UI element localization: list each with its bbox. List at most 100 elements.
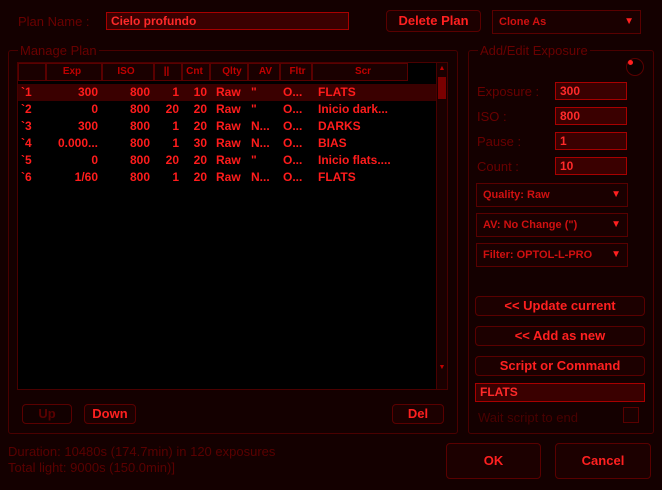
- update-current-button[interactable]: << Update current: [475, 296, 645, 316]
- cell-filter: O...: [283, 85, 303, 99]
- cell-quality: Raw: [216, 153, 241, 167]
- status-indicator-icon: [626, 58, 644, 76]
- cell-exp: 300: [77, 119, 98, 133]
- scroll-up-icon[interactable]: ▲: [438, 64, 446, 74]
- av-dropdown[interactable]: AV: No Change (") ▼: [476, 213, 628, 237]
- chevron-down-icon: ▼: [611, 219, 621, 230]
- av-label: AV: No Change ("): [483, 219, 578, 231]
- column-header[interactable]: ||: [154, 63, 182, 81]
- table-row[interactable]: `1 300 800 1 10 Raw " O... FLATS: [18, 84, 438, 101]
- manage-plan-title: Manage Plan: [18, 43, 99, 58]
- cell-iso: 800: [129, 153, 150, 167]
- pause-label: Pause :: [477, 134, 522, 149]
- iso-input[interactable]: 800: [555, 107, 627, 125]
- column-header[interactable]: ISO: [102, 63, 154, 81]
- cell-iso: 800: [129, 85, 150, 99]
- cell-pause: 20: [165, 102, 179, 116]
- ok-button[interactable]: OK: [446, 443, 541, 479]
- down-button[interactable]: Down: [84, 404, 136, 424]
- wait-script-label: Wait script to end: [478, 410, 578, 425]
- cell-index: `5: [21, 153, 32, 167]
- cell-pause: 1: [172, 119, 179, 133]
- exposure-table[interactable]: Exp ISO || Cnt Qlty AV Fltr Scr `1 300 8…: [17, 62, 448, 390]
- cell-iso: 800: [129, 136, 150, 150]
- table-row[interactable]: `2 0 800 20 20 Raw " O... Inicio dark...: [18, 101, 438, 118]
- script-or-command-button[interactable]: Script or Command: [475, 356, 645, 376]
- cell-script: BIAS: [318, 136, 347, 150]
- scrollbar-thumb[interactable]: [438, 77, 446, 99]
- cell-filter: O...: [283, 119, 303, 133]
- cell-av: N...: [251, 119, 270, 133]
- cell-count: 20: [193, 153, 207, 167]
- del-button[interactable]: Del: [392, 404, 444, 424]
- cell-filter: O...: [283, 136, 303, 150]
- cell-index: `1: [21, 85, 32, 99]
- quality-label: Quality: Raw: [483, 189, 550, 201]
- cell-script: FLATS: [318, 170, 356, 184]
- up-button[interactable]: Up: [22, 404, 72, 424]
- cell-index: `3: [21, 119, 32, 133]
- cell-iso: 800: [129, 102, 150, 116]
- duration-text: Duration: 10480s (174.7min) in 120 expos…: [8, 444, 276, 459]
- table-row[interactable]: `5 0 800 20 20 Raw " O... Inicio flats..…: [18, 152, 438, 169]
- column-header[interactable]: Fltr: [280, 63, 312, 81]
- cancel-button[interactable]: Cancel: [555, 443, 651, 479]
- delete-plan-button[interactable]: Delete Plan: [386, 10, 481, 32]
- cell-av: N...: [251, 136, 270, 150]
- column-header[interactable]: Cnt: [182, 63, 210, 81]
- cell-pause: 1: [172, 136, 179, 150]
- cell-script: FLATS: [318, 85, 356, 99]
- cell-av: N...: [251, 170, 270, 184]
- cell-index: `4: [21, 136, 32, 150]
- wait-script-checkbox[interactable]: [623, 407, 639, 423]
- cell-iso: 800: [129, 170, 150, 184]
- chevron-down-icon: ▼: [611, 249, 621, 260]
- table-scrollbar[interactable]: ▲ ▼: [436, 63, 447, 389]
- cell-script: DARKS: [318, 119, 361, 133]
- column-header[interactable]: Qlty: [210, 63, 248, 81]
- cell-count: 30: [193, 136, 207, 150]
- column-header[interactable]: Exp: [46, 63, 102, 81]
- cell-index: `6: [21, 170, 32, 184]
- cell-exp: 300: [77, 85, 98, 99]
- column-header[interactable]: AV: [248, 63, 280, 81]
- cell-filter: O...: [283, 170, 303, 184]
- cell-count: 20: [193, 170, 207, 184]
- column-header[interactable]: Scr: [312, 63, 408, 81]
- chevron-down-icon: ▼: [624, 16, 634, 27]
- cell-pause: 20: [165, 153, 179, 167]
- scroll-down-icon[interactable]: ▼: [438, 363, 446, 373]
- cell-quality: Raw: [216, 102, 241, 116]
- pause-input[interactable]: 1: [555, 132, 627, 150]
- exposure-input[interactable]: 300: [555, 82, 627, 100]
- table-row[interactable]: `3 300 800 1 20 Raw N... O... DARKS: [18, 118, 438, 135]
- cell-quality: Raw: [216, 170, 241, 184]
- plan-name-input[interactable]: Cielo profundo: [106, 12, 349, 30]
- cell-count: 20: [193, 102, 207, 116]
- cell-quality: Raw: [216, 85, 241, 99]
- cell-av: ": [251, 102, 257, 116]
- table-row[interactable]: `6 1/60 800 1 20 Raw N... O... FLATS: [18, 169, 438, 186]
- cell-script: Inicio dark...: [318, 102, 389, 116]
- chevron-down-icon: ▼: [611, 189, 621, 200]
- table-row[interactable]: `4 0.000... 800 1 30 Raw N... O... BIAS: [18, 135, 438, 152]
- cell-exp: 1/60: [74, 170, 98, 184]
- count-label: Count :: [477, 159, 519, 174]
- clone-as-dropdown[interactable]: Clone As ▼: [492, 10, 641, 34]
- cell-quality: Raw: [216, 136, 241, 150]
- add-as-new-button[interactable]: << Add as new: [475, 326, 645, 346]
- cell-count: 10: [193, 85, 207, 99]
- cell-index: `2: [21, 102, 32, 116]
- column-header[interactable]: [18, 63, 46, 81]
- filter-label: Filter: OPTOL-L-PRO: [483, 249, 593, 261]
- iso-label: ISO :: [477, 109, 507, 124]
- cell-exp: 0.000...: [57, 136, 98, 150]
- total-light-text: Total light: 9000s (150.0min)]: [8, 460, 175, 475]
- cell-filter: O...: [283, 153, 303, 167]
- exposure-label: Exposure :: [477, 84, 540, 99]
- count-input[interactable]: 10: [555, 157, 627, 175]
- cell-quality: Raw: [216, 119, 241, 133]
- quality-dropdown[interactable]: Quality: Raw ▼: [476, 183, 628, 207]
- filter-dropdown[interactable]: Filter: OPTOL-L-PRO ▼: [476, 243, 628, 267]
- script-input[interactable]: FLATS: [475, 383, 645, 402]
